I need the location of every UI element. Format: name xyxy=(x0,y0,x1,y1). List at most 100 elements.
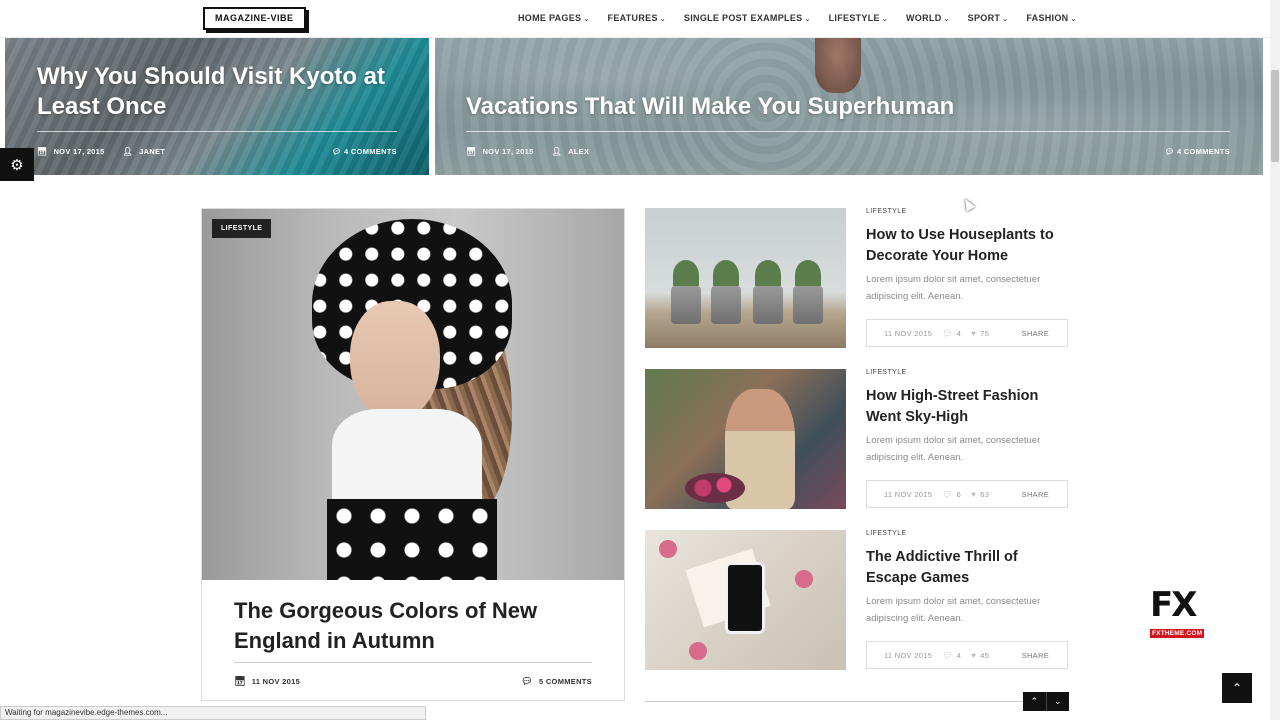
nav-label: HOME PAGES xyxy=(518,13,582,23)
hero-comments-label: 4 COMMENTS xyxy=(1176,147,1230,156)
post-date[interactable]: 11 NOV 2015 xyxy=(884,490,932,499)
post-title[interactable]: How High-Street Fashion Went Sky-High xyxy=(866,386,1066,428)
image-detail xyxy=(711,286,741,324)
hero-author[interactable]: JANET xyxy=(139,147,165,156)
post-meta: 11 NOV 2015 💬︎ 6 ♥ 63 SHARE xyxy=(866,480,1068,508)
post-item: LIFESTYLE How to Use Houseplants to Deco… xyxy=(645,208,1069,348)
post-excerpt: Lorem ipsum dolor sit amet, consectetuer… xyxy=(866,596,1041,624)
hero-slide-vacations[interactable]: Vacations That Will Make You Superhuman … xyxy=(435,38,1263,175)
hero-meta: 📅︎ NOV 17, 2015 👤︎ JANET xyxy=(37,147,165,156)
heart-icon: ♥ xyxy=(971,328,977,338)
nav-label: FEATURES xyxy=(607,13,658,23)
hero-comments[interactable]: 💬︎ 4 COMMENTS xyxy=(1165,147,1230,156)
chevron-down-icon: ⌄ xyxy=(1070,16,1077,23)
settings-toggle[interactable]: ⚙ xyxy=(0,148,34,181)
featured-post: LIFESTYLE The Gorgeous Colors of New Eng… xyxy=(201,208,625,701)
category-badge[interactable]: LIFESTYLE xyxy=(212,219,272,238)
hero-date[interactable]: NOV 17, 2015 xyxy=(53,147,104,156)
hero-author[interactable]: ALEX xyxy=(568,147,589,156)
share-button[interactable]: SHARE xyxy=(1022,490,1049,499)
post-category[interactable]: LIFESTYLE xyxy=(866,530,907,537)
post-meta: 11 NOV 2015 💬︎ 4 ♥ 75 SHARE xyxy=(866,319,1068,347)
nav-world[interactable]: WORLD ⌄ xyxy=(906,13,950,23)
slider-pager: ⌃ ⌄ xyxy=(1023,692,1069,711)
chevron-down-icon: ⌄ xyxy=(881,16,888,23)
heart-icon: ♥ xyxy=(971,489,977,499)
image-detail xyxy=(327,499,497,580)
chevron-down-icon[interactable]: ⌄ xyxy=(1047,692,1070,711)
watermark-big: FX xyxy=(1150,585,1197,625)
post-thumbnail[interactable] xyxy=(645,369,846,509)
fxtheme-watermark: FX FXTHEME.COM xyxy=(1150,585,1212,638)
featured-date-label: 11 NOV 2015 xyxy=(251,677,301,686)
site-logo[interactable]: MAGAZINE-VIBE xyxy=(203,7,306,30)
post-date[interactable]: 11 NOV 2015 xyxy=(884,651,932,660)
post-category[interactable]: LIFESTYLE xyxy=(866,369,907,376)
post-title[interactable]: How to Use Houseplants to Decorate Your … xyxy=(866,225,1066,267)
hero-date[interactable]: NOV 17, 2015 xyxy=(482,147,533,156)
calendar-icon: 📅︎ xyxy=(466,147,477,156)
nav-label: FASHION xyxy=(1026,13,1069,23)
nav-label: WORLD xyxy=(906,13,942,23)
featured-comments[interactable]: 💬︎ 5 COMMENTS xyxy=(521,676,592,687)
chevron-down-icon: ⌄ xyxy=(943,16,950,23)
nav-lifestyle[interactable]: LIFESTYLE ⌄ xyxy=(829,13,888,23)
post-excerpt: Lorem ipsum dolor sit amet, consectetuer… xyxy=(866,274,1041,302)
hero-title[interactable]: Vacations That Will Make You Superhuman xyxy=(466,92,954,122)
nav-single-post-examples[interactable]: SINGLE POST EXAMPLES ⌄ xyxy=(684,13,811,23)
comment-icon: 💬︎ xyxy=(942,328,953,338)
comment-icon: 💬︎ xyxy=(331,147,342,156)
chevron-down-icon: ⌄ xyxy=(659,16,666,23)
share-button[interactable]: SHARE xyxy=(1022,329,1049,338)
post-likes[interactable]: ♥ 63 xyxy=(971,490,989,499)
image-detail xyxy=(659,540,677,558)
watermark-small: FXTHEME.COM xyxy=(1150,629,1205,638)
calendar-icon: 📅︎ xyxy=(37,147,48,156)
post-comments-count: 4 xyxy=(956,328,962,338)
post-thumbnail[interactable] xyxy=(645,208,846,348)
image-detail xyxy=(689,642,707,660)
post-comments[interactable]: 💬︎ 6 xyxy=(942,490,961,499)
featured-comments-label: 5 COMMENTS xyxy=(538,677,592,686)
post-thumbnail[interactable] xyxy=(645,530,846,670)
post-excerpt: Lorem ipsum dolor sit amet, consectetuer… xyxy=(866,435,1041,463)
post-likes[interactable]: ♥ 75 xyxy=(971,329,989,338)
site-header: MAGAZINE-VIBE HOME PAGES ⌄ FEATURES ⌄ SING… xyxy=(0,0,1270,38)
featured-title[interactable]: The Gorgeous Colors of New England in Au… xyxy=(234,596,594,656)
share-button[interactable]: SHARE xyxy=(1022,651,1049,660)
post-category[interactable]: LIFESTYLE xyxy=(866,208,907,215)
post-comments-count: 6 xyxy=(956,489,962,499)
chevron-down-icon: ⌄ xyxy=(1002,16,1009,23)
swimmer-image xyxy=(815,38,861,93)
image-detail xyxy=(793,286,823,324)
image-detail xyxy=(725,562,765,634)
divider xyxy=(645,701,1023,702)
nav-sport[interactable]: SPORT ⌄ xyxy=(968,13,1009,23)
post-title[interactable]: The Addictive Thrill of Escape Games xyxy=(866,547,1066,589)
chevron-down-icon: ⌄ xyxy=(804,16,811,23)
scrollbar-thumb[interactable] xyxy=(1271,70,1279,162)
post-comments-count: 4 xyxy=(956,650,962,660)
chevron-up-icon[interactable]: ⌃ xyxy=(1023,692,1047,711)
nav-home-pages[interactable]: HOME PAGES ⌄ xyxy=(518,13,590,23)
post-item: LIFESTYLE How High-Street Fashion Went S… xyxy=(645,369,1069,509)
back-to-top-button[interactable]: ⌃ xyxy=(1222,673,1252,703)
post-comments[interactable]: 💬︎ 4 xyxy=(942,329,961,338)
post-meta: 11 NOV 2015 💬︎ 4 ♥ 45 SHARE xyxy=(866,641,1068,669)
post-comments[interactable]: 💬︎ 4 xyxy=(942,651,961,660)
featured-date[interactable]: 📅︎ 11 NOV 2015 xyxy=(234,676,300,687)
post-likes-count: 45 xyxy=(980,650,990,660)
nav-features[interactable]: FEATURES ⌄ xyxy=(608,13,666,23)
hero-comments[interactable]: 💬︎ 4 COMMENTS xyxy=(332,147,397,156)
image-detail xyxy=(753,286,783,324)
featured-image[interactable]: LIFESTYLE xyxy=(202,209,624,580)
image-detail xyxy=(350,301,440,421)
post-date[interactable]: 11 NOV 2015 xyxy=(884,329,932,338)
hero-title[interactable]: Why You Should Visit Kyoto at Least Once xyxy=(37,62,397,122)
image-detail xyxy=(671,286,701,324)
divider xyxy=(234,662,592,663)
nav-fashion[interactable]: FASHION ⌄ xyxy=(1026,13,1076,23)
post-likes[interactable]: ♥ 45 xyxy=(971,651,989,660)
chevron-up-icon: ⌃ xyxy=(1231,681,1243,695)
hero-slide-kyoto[interactable]: Why You Should Visit Kyoto at Least Once… xyxy=(5,38,429,175)
